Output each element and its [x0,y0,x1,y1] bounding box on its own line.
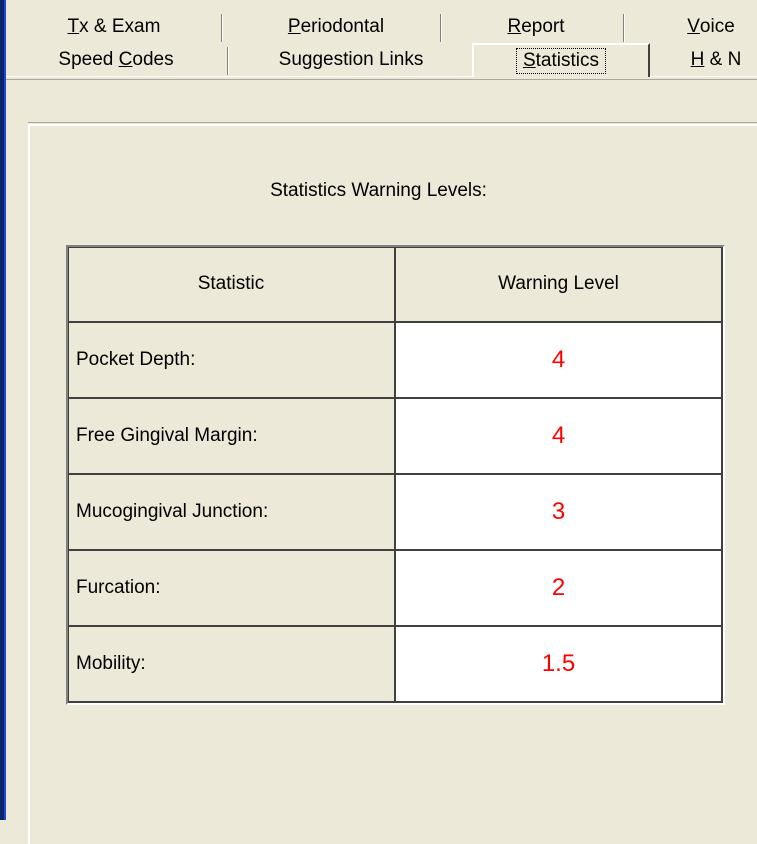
tab-h-n[interactable]: H & N [674,45,757,75]
warning-level-cell[interactable]: 3 [396,475,723,551]
table-row: Mucogingival Junction: 3 [68,475,723,551]
tab-label-prefix: Suggestion Links [278,49,424,70]
tab-separator [227,47,229,75]
warning-level-cell[interactable]: 2 [396,551,723,627]
warning-level-cell[interactable]: 4 [396,399,723,475]
statistic-name: Furcation: [68,551,396,627]
table-row: Free Gingival Margin: 4 [68,399,723,475]
tab-mnemonic: S [522,50,536,71]
tab-strip: Tx & Exam Periodontal Report Voice Speed… [6,0,757,90]
focus-rect: Statistics [515,48,607,74]
tab-periodontal[interactable]: Periodontal [256,12,416,42]
tab-mnemonic: P [287,16,301,37]
tab-separator [221,14,223,42]
panel-caption: Statistics Warning Levels: [270,180,487,201]
tab-mnemonic: R [507,16,522,37]
tab-label-prefix: Speed [58,49,119,70]
table-row: Pocket Depth: 4 [68,323,723,399]
tab-label-suffix: odes [132,49,174,70]
tab-separator [623,14,625,42]
table-row: Mobility: 1.5 [68,627,723,703]
tab-label-suffix: tatistics [535,50,600,71]
tab-voice[interactable]: Voice [666,12,756,42]
tab-row-1: Tx & Exam Periodontal Report Voice [6,12,757,42]
tab-label-suffix: x & Exam [79,16,161,37]
warning-level-cell[interactable]: 1.5 [396,627,723,703]
tab-report[interactable]: Report [476,12,596,42]
tab-mnemonic: C [118,49,133,70]
column-header-statistic: Statistic [68,247,396,323]
statistic-name: Pocket Depth: [68,323,396,399]
tab-separator [440,14,442,42]
column-header-warning-level: Warning Level [396,247,723,323]
tab-row-2: Speed Codes Suggestion Links Statistics … [6,43,757,80]
warning-levels-table: Statistic Warning Level Pocket Depth: 4 … [66,245,725,705]
tab-mnemonic: T [67,16,80,37]
tab-mnemonic: V [687,16,700,37]
table-row: Furcation: 2 [68,551,723,627]
tab-statistics[interactable]: Statistics [472,43,650,77]
tab-speed-codes[interactable]: Speed Codes [46,45,186,75]
tab-mnemonic: H [690,49,705,70]
tab-label-suffix: eriodontal [300,16,385,37]
tab-label-suffix: & N [704,49,742,70]
tab-label-suffix: oice [699,16,735,37]
window-frame [0,0,6,820]
tab-label-suffix: eport [521,16,565,37]
tab-tx-exam[interactable]: Tx & Exam [54,12,174,42]
table-header-row: Statistic Warning Level [68,247,723,323]
statistic-name: Mucogingival Junction: [68,475,396,551]
warning-level-cell[interactable]: 4 [396,323,723,399]
statistic-name: Free Gingival Margin: [68,399,396,475]
tab-suggestion-links[interactable]: Suggestion Links [256,45,446,75]
statistic-name: Mobility: [68,627,396,703]
